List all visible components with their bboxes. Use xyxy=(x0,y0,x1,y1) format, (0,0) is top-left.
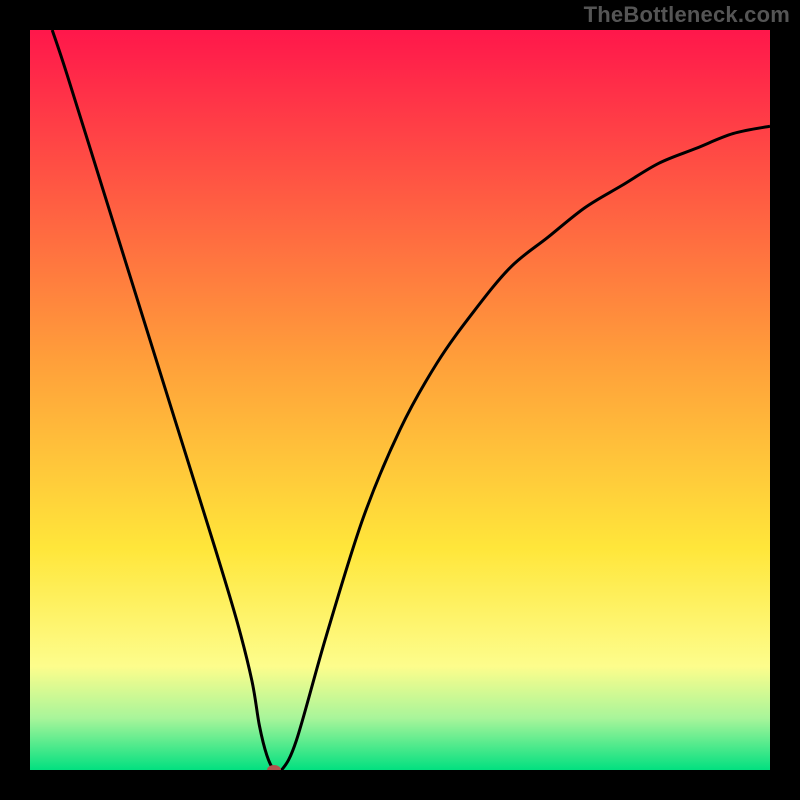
watermark-text: TheBottleneck.com xyxy=(584,2,790,28)
bottleneck-curve xyxy=(30,30,770,770)
optimal-point-marker xyxy=(267,765,281,770)
plot-area xyxy=(30,30,770,770)
curve-path xyxy=(52,30,770,770)
chart-frame: TheBottleneck.com xyxy=(0,0,800,800)
